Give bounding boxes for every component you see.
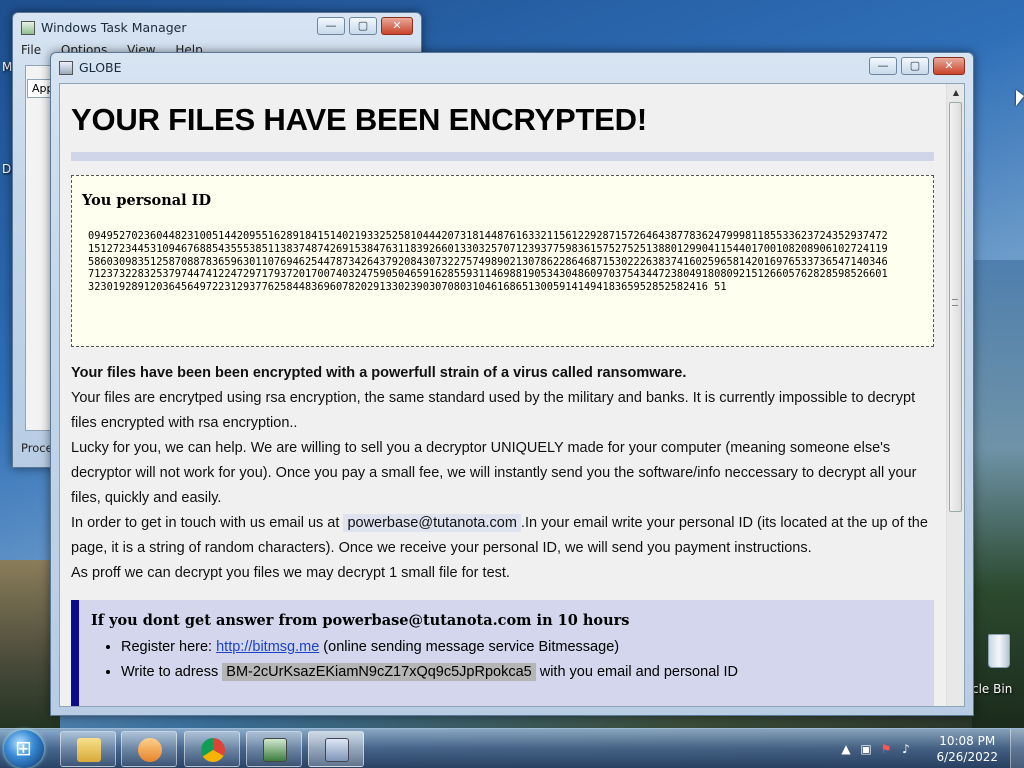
globe-title: GLOBE [79,60,122,75]
task-manager-close-button[interactable]: ✕ [381,17,413,35]
taskbar: ▲ ▣ ⚑ ♪ 10:08 PM 6/26/2022 [0,728,1024,768]
notice-list: Register here: http://bitmsg.me (online … [121,635,922,685]
globe-minimize-button[interactable]: — [869,57,897,75]
taskbar-task-manager-button[interactable] [246,731,302,767]
contact-pre-text: In order to get in touch with us email u… [71,515,340,531]
globe-titlebar[interactable]: GLOBE — ▢ ✕ [51,53,973,81]
recycle-bin-icon [988,634,1010,668]
task-manager-title: Windows Task Manager [41,20,187,35]
taskbar-clock[interactable]: 10:08 PM 6/26/2022 [936,733,998,765]
task-manager-app-icon [21,21,35,35]
action-center-icon[interactable]: ⚑ [878,741,894,757]
scrollbar-thumb[interactable] [949,102,962,512]
show-hidden-icons-icon[interactable]: ▲ [838,741,854,757]
proof-paragraph: As proff we can decrypt you files we may… [71,565,510,581]
decryptor-paragraph: Lucky for you, we can help. We are willi… [71,440,917,506]
volume-icon[interactable]: ♪ [898,741,914,757]
bitmessage-link[interactable]: http://bitmsg.me [216,639,319,655]
media-player-icon [138,738,162,762]
personal-id-label: You personal ID [82,192,212,209]
fallback-contact-notice: If you dont get answer from powerbase@tu… [71,600,934,706]
taskbar-globe-button[interactable] [308,731,364,767]
globe-app-icon [59,61,73,75]
personal-id-code[interactable]: 0949527023604482310051442095516289184151… [82,230,890,294]
recycle-bin-label: cle Bin [972,682,1013,696]
ransom-body: Your files have been been encrypted with… [71,361,934,586]
taskbar-chrome-button[interactable] [184,731,240,767]
scrollbar-grip-icon [952,299,958,306]
bitmessage-address[interactable]: BM-2cUrKsazEKiamN9cZ17xQq9c5JpRpokca5 [222,663,536,681]
start-button[interactable] [4,730,44,768]
clock-date: 6/26/2022 [936,750,998,764]
headline-divider [71,152,934,161]
task-manager-minimize-button[interactable]: — [317,17,345,35]
globe-maximize-button[interactable]: ▢ [901,57,929,75]
contact-email[interactable]: powerbase@tutanota.com [343,514,521,532]
globe-window[interactable]: GLOBE — ▢ ✕ YOUR FILES HAVE BEEN ENCRYPT… [50,52,974,716]
personal-id-box: You personal ID 094952702360448231005144… [71,175,934,347]
address-pre-text: Write to adress [121,664,219,680]
globe-content-area: YOUR FILES HAVE BEEN ENCRYPTED! You pers… [59,83,965,707]
list-item: Register here: http://bitmsg.me (online … [121,635,922,660]
taskbar-media-player-button[interactable] [121,731,177,767]
desktop-icon-label-d[interactable]: D [2,162,11,176]
register-post-text: (online sending message service Bitmessa… [323,639,620,655]
network-icon[interactable]: ▣ [858,741,874,757]
task-manager-icon [263,738,287,762]
task-manager-titlebar[interactable]: Windows Task Manager — ▢ ✕ [13,13,421,41]
contact-paragraph: In order to get in touch with us email u… [71,511,934,561]
globe-close-button[interactable]: ✕ [933,57,965,75]
register-pre-text: Register here: [121,639,213,655]
chrome-icon [201,738,225,762]
menu-file[interactable]: File [21,43,41,57]
encryption-paragraph: Your files are encrytped using rsa encry… [71,390,916,431]
globe-app-taskbar-icon [325,738,349,762]
list-item: Write to adress BM-2cUrKsazEKiamN9cZ17xQ… [121,660,922,685]
taskbar-explorer-button[interactable] [60,731,116,767]
desktop-icon-label-m[interactable]: M [2,60,12,74]
processes-status-label: Proce [21,441,53,455]
task-manager-maximize-button[interactable]: ▢ [349,17,377,35]
show-desktop-button[interactable] [1010,729,1024,768]
mouse-cursor-icon [1016,90,1024,106]
recycle-bin-desktop-icon[interactable]: cle Bin [972,630,1024,700]
scroll-up-arrow-icon[interactable]: ▲ [947,84,964,101]
ransom-lead-text: Your files have been been encrypted with… [71,365,687,381]
folder-icon [77,738,101,762]
address-post-text: with you email and personal ID [539,664,739,680]
vertical-scrollbar[interactable]: ▲ [946,84,964,706]
ransom-headline: YOUR FILES HAVE BEEN ENCRYPTED! [71,102,647,137]
system-tray: ▲ ▣ ⚑ ♪ 10:08 PM 6/26/2022 [834,729,1024,768]
clock-time: 10:08 PM [939,734,996,748]
notice-title: If you dont get answer from powerbase@tu… [91,612,630,629]
ransom-note: YOUR FILES HAVE BEEN ENCRYPTED! You pers… [60,84,946,706]
